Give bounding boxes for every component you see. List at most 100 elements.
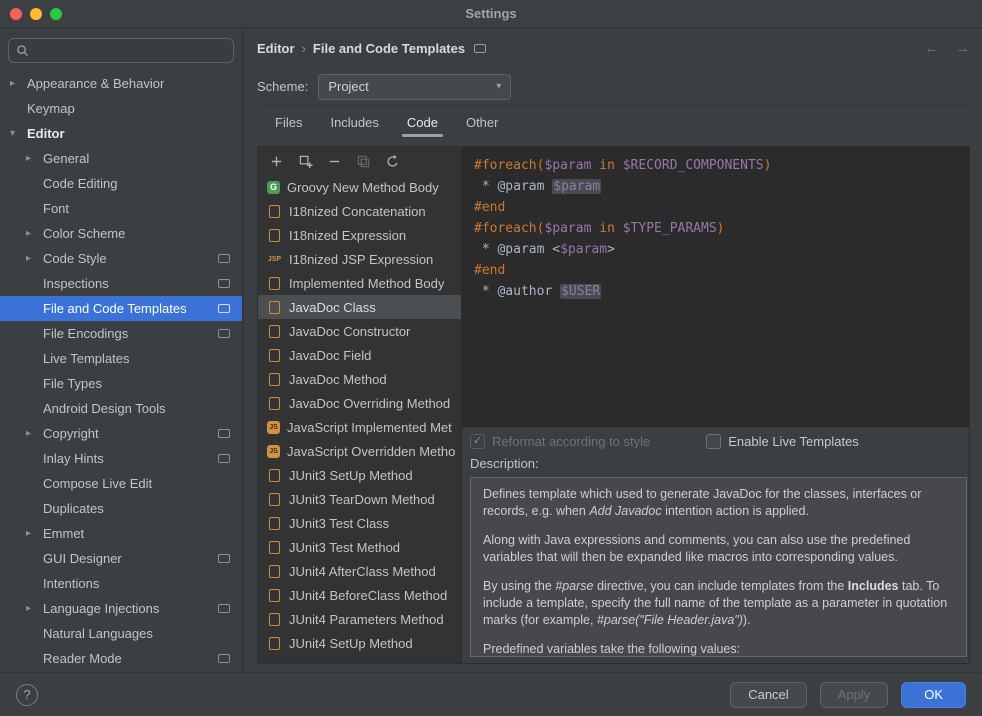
sidebar-item-label: Code Editing <box>43 176 117 191</box>
template-item-i18nized-expression[interactable]: I18nized Expression <box>258 223 461 247</box>
sidebar-item-label: Duplicates <box>43 501 104 516</box>
template-item-label: JavaDoc Overriding Method <box>289 396 450 411</box>
sidebar-item-natural-languages[interactable]: Natural Languages <box>0 621 242 646</box>
breadcrumb-editor[interactable]: Editor <box>257 41 295 56</box>
help-button[interactable]: ? <box>16 684 38 706</box>
scheme-dropdown[interactable]: Project ▾ <box>318 74 511 100</box>
enable-live-templates-checkbox[interactable]: Enable Live Templates <box>706 434 859 449</box>
code-line: #foreach($param in $RECORD_COMPONENTS) <box>474 155 957 176</box>
sidebar-item-intentions[interactable]: Intentions <box>0 571 242 596</box>
sidebar-item-general[interactable]: ▸General <box>0 146 242 171</box>
chevron-right-icon[interactable]: ▸ <box>10 78 27 89</box>
chevron-right-icon[interactable]: ▸ <box>26 528 43 539</box>
code-token: > <box>607 242 615 257</box>
description-paragraph: By using the #parse directive, you can i… <box>483 578 954 629</box>
tab-code[interactable]: Code <box>393 106 452 137</box>
template-editor[interactable]: #foreach($param in $RECORD_COMPONENTS) *… <box>462 147 969 427</box>
template-list-column: GGroovy New Method BodyI18nized Concaten… <box>258 147 462 663</box>
template-item-implemented-method-body[interactable]: Implemented Method Body <box>258 271 461 295</box>
sidebar-item-label: Language Injections <box>43 601 159 616</box>
tab-other[interactable]: Other <box>452 106 513 137</box>
tab-includes[interactable]: Includes <box>316 106 392 137</box>
scheme-label: Scheme: <box>257 79 308 94</box>
remove-button[interactable] <box>323 150 345 172</box>
template-item-junit4-beforeclass-method[interactable]: JUnit4 BeforeClass Method <box>258 583 461 607</box>
chevron-right-icon[interactable]: ▸ <box>26 253 43 264</box>
close-window-button[interactable] <box>10 8 22 20</box>
description-text: By using the <box>483 579 555 593</box>
sidebar-item-code-editing[interactable]: Code Editing <box>0 171 242 196</box>
sidebar-item-file-encodings[interactable]: File Encodings <box>0 321 242 346</box>
template-item-javadoc-method[interactable]: JavaDoc Method <box>258 367 461 391</box>
description-text: intention action is applied. <box>662 504 809 518</box>
sidebar-item-gui-designer[interactable]: GUI Designer <box>0 546 242 571</box>
sidebar-item-reader-mode[interactable]: Reader Mode <box>0 646 242 671</box>
template-item-label: JavaDoc Field <box>289 348 371 363</box>
create-from-button[interactable] <box>294 150 316 172</box>
template-item-label: JUnit4 AfterClass Method <box>289 564 436 579</box>
template-item-groovy-new-method-body[interactable]: GGroovy New Method Body <box>258 175 461 199</box>
settings-search-input[interactable] <box>34 44 226 58</box>
revert-button[interactable] <box>381 150 403 172</box>
tab-strip: FilesIncludesCodeOther <box>257 106 970 138</box>
template-icon <box>267 324 282 338</box>
template-item-label: JUnit3 Test Method <box>289 540 400 555</box>
sidebar-item-editor[interactable]: ▾Editor <box>0 121 242 146</box>
sidebar-item-keymap[interactable]: Keymap <box>0 96 242 121</box>
description-text: #parse("File Header.java") <box>597 613 743 627</box>
sidebar-item-file-types[interactable]: File Types <box>0 371 242 396</box>
back-arrow-icon[interactable]: ← <box>924 40 939 57</box>
chevron-right-icon[interactable]: ▸ <box>26 228 43 239</box>
sidebar-item-android-design-tools[interactable]: Android Design Tools <box>0 396 242 421</box>
sidebar-item-copyright[interactable]: ▸Copyright <box>0 421 242 446</box>
cancel-button[interactable]: Cancel <box>730 682 806 708</box>
chevron-right-icon[interactable]: ▸ <box>26 603 43 614</box>
sidebar-item-inlay-hints[interactable]: Inlay Hints <box>0 446 242 471</box>
template-item-junit3-teardown-method[interactable]: JUnit3 TearDown Method <box>258 487 461 511</box>
sidebar-item-label: Compose Live Edit <box>43 476 152 491</box>
settings-searchbox[interactable] <box>8 38 234 63</box>
template-item-junit3-setup-method[interactable]: JUnit3 SetUp Method <box>258 463 461 487</box>
template-item-junit4-setup-method[interactable]: JUnit4 SetUp Method <box>258 631 461 655</box>
template-item-i18nized-concatenation[interactable]: I18nized Concatenation <box>258 199 461 223</box>
sidebar-item-duplicates[interactable]: Duplicates <box>0 496 242 521</box>
description-paragraph: Defines template which used to generate … <box>483 486 954 520</box>
chevron-right-icon[interactable]: ▸ <box>26 428 43 439</box>
sidebar-item-color-scheme[interactable]: ▸Color Scheme <box>0 221 242 246</box>
tab-files[interactable]: Files <box>261 106 316 137</box>
sidebar-item-file-and-code-templates[interactable]: File and Code Templates <box>0 296 242 321</box>
sidebar-item-language-injections[interactable]: ▸Language Injections <box>0 596 242 621</box>
sidebar-item-live-templates[interactable]: Live Templates <box>0 346 242 371</box>
zoom-window-button[interactable] <box>50 8 62 20</box>
template-item-javadoc-overriding-method[interactable]: JavaDoc Overriding Method <box>258 391 461 415</box>
template-item-javascript-implemented-met[interactable]: JSJavaScript Implemented Met <box>258 415 461 439</box>
chevron-right-icon[interactable]: ▸ <box>26 153 43 164</box>
code-token: ) <box>764 158 772 173</box>
sidebar-item-inspections[interactable]: Inspections <box>0 271 242 296</box>
sidebar-item-code-style[interactable]: ▸Code Style <box>0 246 242 271</box>
ok-button[interactable]: OK <box>901 682 966 708</box>
sidebar-item-appearance-behavior[interactable]: ▸Appearance & Behavior <box>0 71 242 96</box>
code-token <box>615 221 623 236</box>
template-item-junit3-test-method[interactable]: JUnit3 Test Method <box>258 535 461 559</box>
code-token: #end <box>474 263 505 278</box>
template-item-javadoc-class[interactable]: JavaDoc Class <box>258 295 461 319</box>
sidebar-item-compose-live-edit[interactable]: Compose Live Edit <box>0 471 242 496</box>
sidebar-item-font[interactable]: Font <box>0 196 242 221</box>
options-row: ✓ Reformat according to style Enable Liv… <box>462 427 969 453</box>
minimize-window-button[interactable] <box>30 8 42 20</box>
template-item-javadoc-constructor[interactable]: JavaDoc Constructor <box>258 319 461 343</box>
template-item-label: JUnit3 Test Class <box>289 516 389 531</box>
forward-arrow-icon[interactable]: → <box>955 40 970 57</box>
sidebar-item-label: Font <box>43 201 69 216</box>
sidebar-item-emmet[interactable]: ▸Emmet <box>0 521 242 546</box>
template-item-junit3-test-class[interactable]: JUnit3 Test Class <box>258 511 461 535</box>
chevron-down-icon[interactable]: ▾ <box>10 128 27 139</box>
template-item-javascript-overridden-metho[interactable]: JSJavaScript Overridden Metho <box>258 439 461 463</box>
template-item-junit4-afterclass-method[interactable]: JUnit4 AfterClass Method <box>258 559 461 583</box>
template-item-javadoc-field[interactable]: JavaDoc Field <box>258 343 461 367</box>
add-button[interactable] <box>265 150 287 172</box>
template-item-junit4-parameters-method[interactable]: JUnit4 Parameters Method <box>258 607 461 631</box>
footer: ? Cancel Apply OK <box>0 672 982 716</box>
template-item-i18nized-jsp-expression[interactable]: JSPI18nized JSP Expression <box>258 247 461 271</box>
